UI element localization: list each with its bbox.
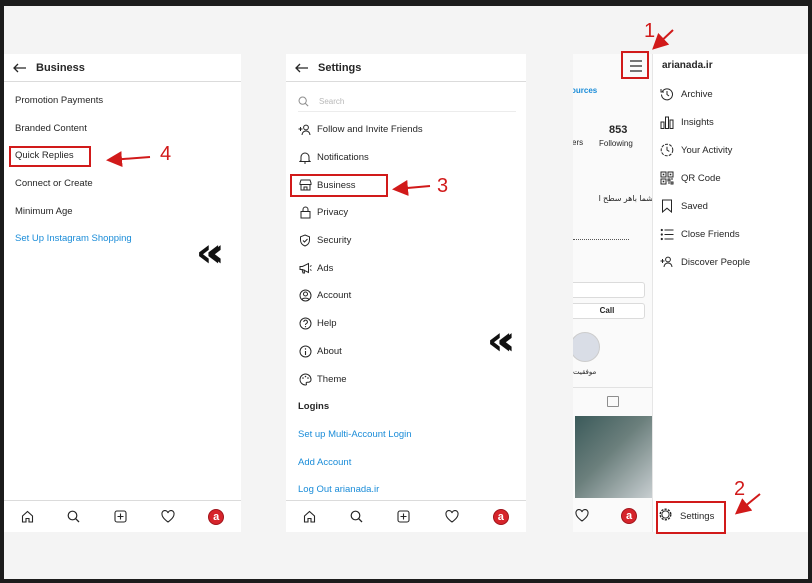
shield-icon [298, 234, 312, 248]
add-person-icon [659, 255, 674, 270]
heart-icon[interactable] [161, 510, 175, 523]
account-icon [298, 289, 312, 303]
insights-icon [659, 115, 674, 130]
new-post-icon[interactable] [114, 510, 127, 523]
resources-link[interactable]: ources [573, 86, 597, 95]
activity-icon [659, 143, 674, 158]
highlight-business [290, 174, 388, 197]
search-input[interactable]: Search [298, 92, 516, 112]
back-arrow-icon[interactable] [286, 63, 318, 73]
bottom-nav: a [4, 500, 241, 532]
drawer-item-discover-people[interactable]: Discover People [659, 248, 808, 276]
back-arrow-icon[interactable] [4, 63, 36, 73]
profile-avatar-icon[interactable]: a [208, 508, 225, 525]
settings-item-theme[interactable]: Theme [298, 365, 526, 393]
bell-icon [298, 151, 312, 165]
business-item-connect-or-create[interactable]: Connect or Create [15, 177, 241, 205]
multi-account-login-link[interactable]: Set up Multi-Account Login [298, 421, 526, 449]
highlight-avatar[interactable] [573, 332, 600, 362]
heart-icon[interactable] [445, 510, 459, 523]
bottom-nav: a [286, 500, 526, 532]
add-account-link[interactable]: Add Account [298, 448, 526, 476]
business-header: Business [4, 54, 241, 82]
drawer-item-qr-code[interactable]: QR Code [659, 164, 808, 192]
following-label[interactable]: Following [599, 139, 633, 148]
settings-header: Settings [286, 54, 526, 82]
business-screen: Business Promotion Payments Branded Cont… [4, 54, 241, 532]
lock-icon [298, 206, 312, 220]
search-placeholder: Search [319, 97, 345, 106]
chevrons-left-1: «‹ [196, 230, 225, 276]
page-title: Settings [318, 61, 362, 74]
settings-screen: Settings Search Follow and Invite Friend… [286, 54, 526, 532]
highlight-settings [656, 501, 726, 534]
profile-avatar-icon[interactable]: a [621, 508, 637, 524]
business-item-minimum-age[interactable]: Minimum Age [15, 205, 241, 233]
step-number-1: 1 [644, 20, 656, 42]
list-icon [659, 227, 674, 242]
highlight-menu [621, 51, 649, 79]
chevrons-left-2: «‹ [487, 318, 516, 364]
settings-item-follow-invite[interactable]: Follow and Invite Friends [298, 116, 526, 144]
highlight-quick-replies [9, 146, 91, 167]
settings-item-ads[interactable]: Ads [298, 254, 526, 282]
help-icon [298, 317, 312, 331]
home-icon[interactable] [21, 510, 34, 523]
tagged-tab-icon[interactable] [607, 396, 619, 407]
qr-icon [659, 171, 674, 186]
followers-label: ers [573, 138, 584, 147]
logins-section-header: Logins [298, 401, 330, 413]
drawer-menu: Archive Insights Your Activity QR Code S… [659, 80, 808, 276]
page-title: Business [36, 61, 85, 74]
drawer-item-close-friends[interactable]: Close Friends [659, 220, 808, 248]
following-count: 853 [609, 124, 628, 136]
side-drawer: arianada.ir Archive Insights Your Activi… [654, 54, 808, 532]
settings-item-privacy[interactable]: Privacy [298, 199, 526, 227]
drawer-username: arianada.ir [662, 60, 713, 71]
home-icon[interactable] [303, 510, 316, 523]
drawer-item-your-activity[interactable]: Your Activity [659, 136, 808, 164]
new-post-icon[interactable] [397, 510, 411, 523]
step-number-4: 4 [160, 143, 172, 165]
settings-item-security[interactable]: Security [298, 227, 526, 255]
search-icon [298, 96, 309, 107]
palette-icon [298, 372, 312, 386]
profile-screen: ources ers 853 Following شما باهر سطح ا … [573, 54, 808, 532]
profile-avatar-icon[interactable]: a [492, 508, 509, 525]
profile-background: ources ers 853 Following شما باهر سطح ا … [573, 54, 653, 532]
archive-icon [659, 87, 674, 102]
edit-profile-button[interactable] [573, 282, 645, 298]
tab-divider [573, 387, 652, 388]
drawer-item-insights[interactable]: Insights [659, 108, 808, 136]
heart-icon[interactable] [575, 509, 589, 527]
step-number-3: 3 [437, 175, 449, 197]
megaphone-icon [298, 261, 312, 275]
call-button[interactable]: Call [573, 303, 645, 319]
search-icon[interactable] [350, 510, 363, 523]
step-number-2: 2 [734, 478, 746, 500]
bio-dotted-line [573, 239, 629, 240]
drawer-item-saved[interactable]: Saved [659, 192, 808, 220]
settings-item-notifications[interactable]: Notifications [298, 144, 526, 172]
add-person-icon [298, 123, 312, 137]
highlight-label: موفقیت [573, 369, 597, 376]
settings-item-account[interactable]: Account [298, 282, 526, 310]
business-item-promotion-payments[interactable]: Promotion Payments [15, 94, 241, 122]
drawer-item-archive[interactable]: Archive [659, 80, 808, 108]
info-icon [298, 344, 312, 358]
bookmark-icon [659, 199, 674, 214]
search-icon[interactable] [67, 510, 80, 523]
bio-text: شما باهر سطح ا [598, 194, 653, 203]
post-thumbnail[interactable] [575, 416, 652, 498]
